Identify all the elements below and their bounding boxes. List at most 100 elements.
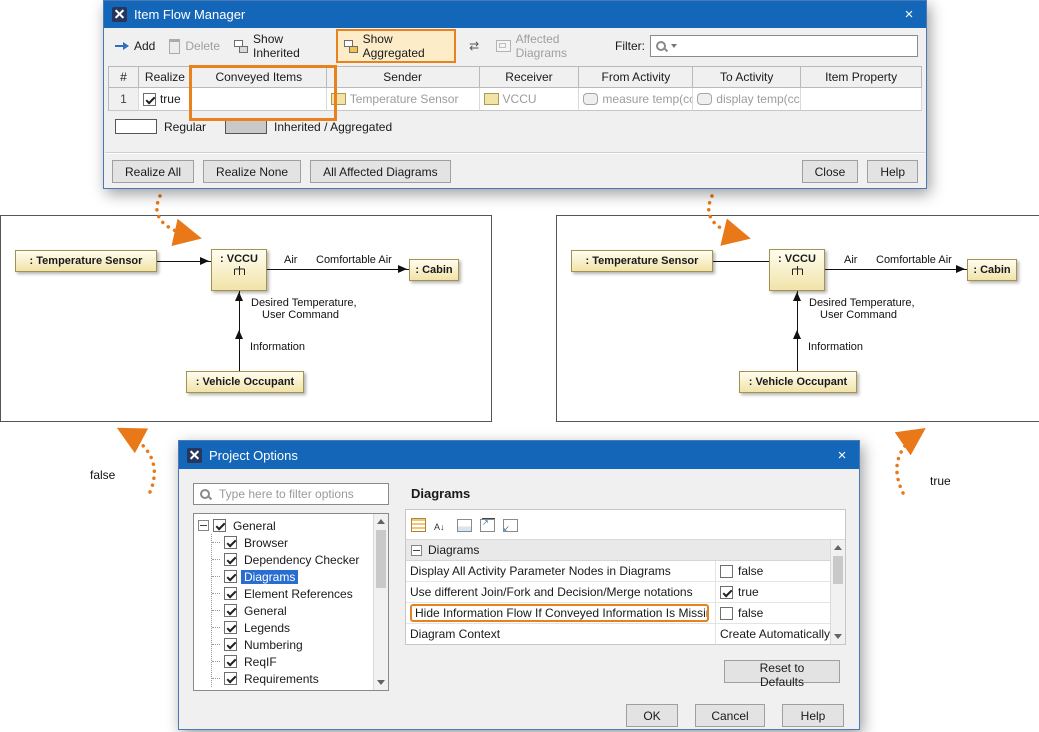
item-property-cell[interactable] xyxy=(801,88,922,111)
part-vehicle-occupant[interactable]: : Vehicle Occupant xyxy=(739,371,857,393)
sender-cell[interactable]: Temperature Sensor xyxy=(327,88,480,111)
alphabetical-view-icon[interactable] xyxy=(434,519,449,531)
ok-button[interactable]: OK xyxy=(626,704,678,727)
checkbox-unchecked-icon[interactable] xyxy=(720,565,733,578)
properties-toolbar xyxy=(411,514,518,536)
checkbox-checked-icon[interactable] xyxy=(224,638,237,651)
tree-item-numbering[interactable]: Numbering xyxy=(212,636,388,653)
realize-none-button[interactable]: Realize None xyxy=(203,160,301,183)
part-temperature-sensor[interactable]: : Temperature Sensor xyxy=(571,250,713,272)
property-value[interactable]: false xyxy=(716,603,830,623)
item-flow-arrow-icon xyxy=(956,265,965,273)
table-row[interactable]: 1 true Temperature Sensor VCCU measure t… xyxy=(109,88,922,111)
receiver-cell[interactable]: VCCU xyxy=(480,88,580,111)
delete-button[interactable]: Delete xyxy=(166,37,223,56)
grid-scrollbar[interactable] xyxy=(830,540,845,644)
edit-conveyed-button[interactable] xyxy=(464,38,485,55)
property-group-label: Diagrams xyxy=(428,543,479,557)
show-inherited-button[interactable]: Show Inherited xyxy=(231,30,328,62)
filter-options-field[interactable] xyxy=(193,483,389,505)
tree-item-reqif[interactable]: ReqIF xyxy=(212,653,388,670)
checkbox-checked-icon[interactable] xyxy=(224,672,237,685)
tree-item-element-references[interactable]: Element References xyxy=(212,585,388,602)
cancel-button[interactable]: Cancel xyxy=(695,704,765,727)
filter-options-input[interactable] xyxy=(217,486,383,502)
checkbox-checked-icon[interactable] xyxy=(224,604,237,617)
tree-item-general-root[interactable]: General xyxy=(198,517,388,534)
flow-label-desired-temperature: Desired Temperature, xyxy=(809,297,915,309)
realize-all-button[interactable]: Realize All xyxy=(112,160,194,183)
add-button[interactable]: Add xyxy=(112,37,158,55)
realize-cell[interactable]: true xyxy=(139,88,192,111)
checkbox-checked-icon[interactable] xyxy=(720,586,733,599)
part-vccu[interactable]: : VCCU xyxy=(211,249,267,291)
checkbox-checked-icon[interactable] xyxy=(224,655,237,668)
part-vccu[interactable]: : VCCU xyxy=(769,249,825,291)
affected-diagrams-button[interactable]: Affected Diagrams xyxy=(493,30,607,62)
checkbox-checked-icon[interactable] xyxy=(143,93,156,106)
property-row[interactable]: Diagram Context Create Automatically xyxy=(406,624,845,644)
show-description-icon[interactable] xyxy=(457,519,472,532)
collapse-icon[interactable] xyxy=(198,520,209,531)
property-value[interactable]: false xyxy=(716,561,830,581)
help-button[interactable]: Help xyxy=(867,160,918,183)
collapse-all-icon[interactable] xyxy=(503,519,518,532)
property-value[interactable]: true xyxy=(716,582,830,602)
col-header-realize[interactable]: Realize xyxy=(139,67,192,88)
col-header-item-property[interactable]: Item Property xyxy=(801,67,922,88)
tree-item-legends[interactable]: Legends xyxy=(212,619,388,636)
item-flows-table: # Realize Conveyed Items Sender Receiver… xyxy=(108,66,922,111)
part-cabin[interactable]: : Cabin xyxy=(967,259,1017,281)
checkbox-checked-icon[interactable] xyxy=(224,621,237,634)
col-header-receiver[interactable]: Receiver xyxy=(480,67,580,88)
scroll-up-icon[interactable] xyxy=(834,545,842,550)
tree-item-requirements[interactable]: Requirements xyxy=(212,670,388,687)
categorized-view-icon[interactable] xyxy=(411,518,426,532)
to-activity-cell[interactable]: display temp(cc xyxy=(693,88,801,111)
ifm-toolbar: Add Delete Show Inherited Show Aggregate… xyxy=(104,28,926,61)
part-vehicle-occupant[interactable]: : Vehicle Occupant xyxy=(186,371,304,393)
tree-item-browser[interactable]: Browser xyxy=(212,534,388,551)
close-icon[interactable]: × xyxy=(892,1,926,28)
scrollbar-thumb[interactable] xyxy=(376,530,386,588)
scrollbar-thumb[interactable] xyxy=(833,556,843,584)
property-row[interactable]: Use different Join/Fork and Decision/Mer… xyxy=(406,582,845,603)
close-button[interactable]: Close xyxy=(802,160,859,183)
property-row-highlighted[interactable]: Hide Information Flow If Conveyed Inform… xyxy=(406,603,845,624)
tree-item-dependency-checker[interactable]: Dependency Checker xyxy=(212,551,388,568)
collapse-icon[interactable] xyxy=(411,545,422,556)
checkbox-checked-icon[interactable] xyxy=(224,587,237,600)
part-cabin[interactable]: : Cabin xyxy=(409,259,459,281)
col-header-sender[interactable]: Sender xyxy=(327,67,480,88)
tree-item-general[interactable]: General xyxy=(212,602,388,619)
checkbox-unchecked-icon[interactable] xyxy=(720,607,733,620)
chevron-down-icon[interactable] xyxy=(671,44,677,48)
scroll-up-icon[interactable] xyxy=(377,519,385,524)
tree-scrollbar[interactable] xyxy=(373,514,388,690)
property-group-row[interactable]: Diagrams xyxy=(406,540,845,561)
checkbox-checked-icon[interactable] xyxy=(224,536,237,549)
checkbox-checked-icon[interactable] xyxy=(224,553,237,566)
close-icon[interactable]: × xyxy=(825,442,859,469)
tree-item-diagrams[interactable]: Diagrams xyxy=(212,568,388,585)
col-header-to-activity[interactable]: To Activity xyxy=(693,67,801,88)
from-activity-cell[interactable]: measure temp(cc xyxy=(579,88,693,111)
help-button[interactable]: Help xyxy=(782,704,844,727)
col-header-num[interactable]: # xyxy=(109,67,139,88)
filter-field[interactable] xyxy=(650,35,918,57)
all-affected-diagrams-button[interactable]: All Affected Diagrams xyxy=(310,160,451,183)
reset-to-defaults-button[interactable]: Reset to Defaults xyxy=(724,660,840,683)
checkbox-checked-icon[interactable] xyxy=(213,519,226,532)
property-value[interactable]: Create Automatically xyxy=(716,624,830,644)
checkbox-checked-icon[interactable] xyxy=(224,570,237,583)
scroll-down-icon[interactable] xyxy=(377,680,385,685)
filter-input[interactable] xyxy=(680,38,913,54)
scroll-down-icon[interactable] xyxy=(834,634,842,639)
property-row[interactable]: Display All Activity Parameter Nodes in … xyxy=(406,561,845,582)
expand-all-icon[interactable] xyxy=(480,519,495,532)
part-temperature-sensor[interactable]: : Temperature Sensor xyxy=(15,250,157,272)
show-aggregated-button[interactable]: Show Aggregated xyxy=(336,29,456,63)
col-header-conveyed-items[interactable]: Conveyed Items xyxy=(192,67,327,88)
col-header-from-activity[interactable]: From Activity xyxy=(579,67,693,88)
conveyed-items-cell[interactable] xyxy=(192,88,327,111)
